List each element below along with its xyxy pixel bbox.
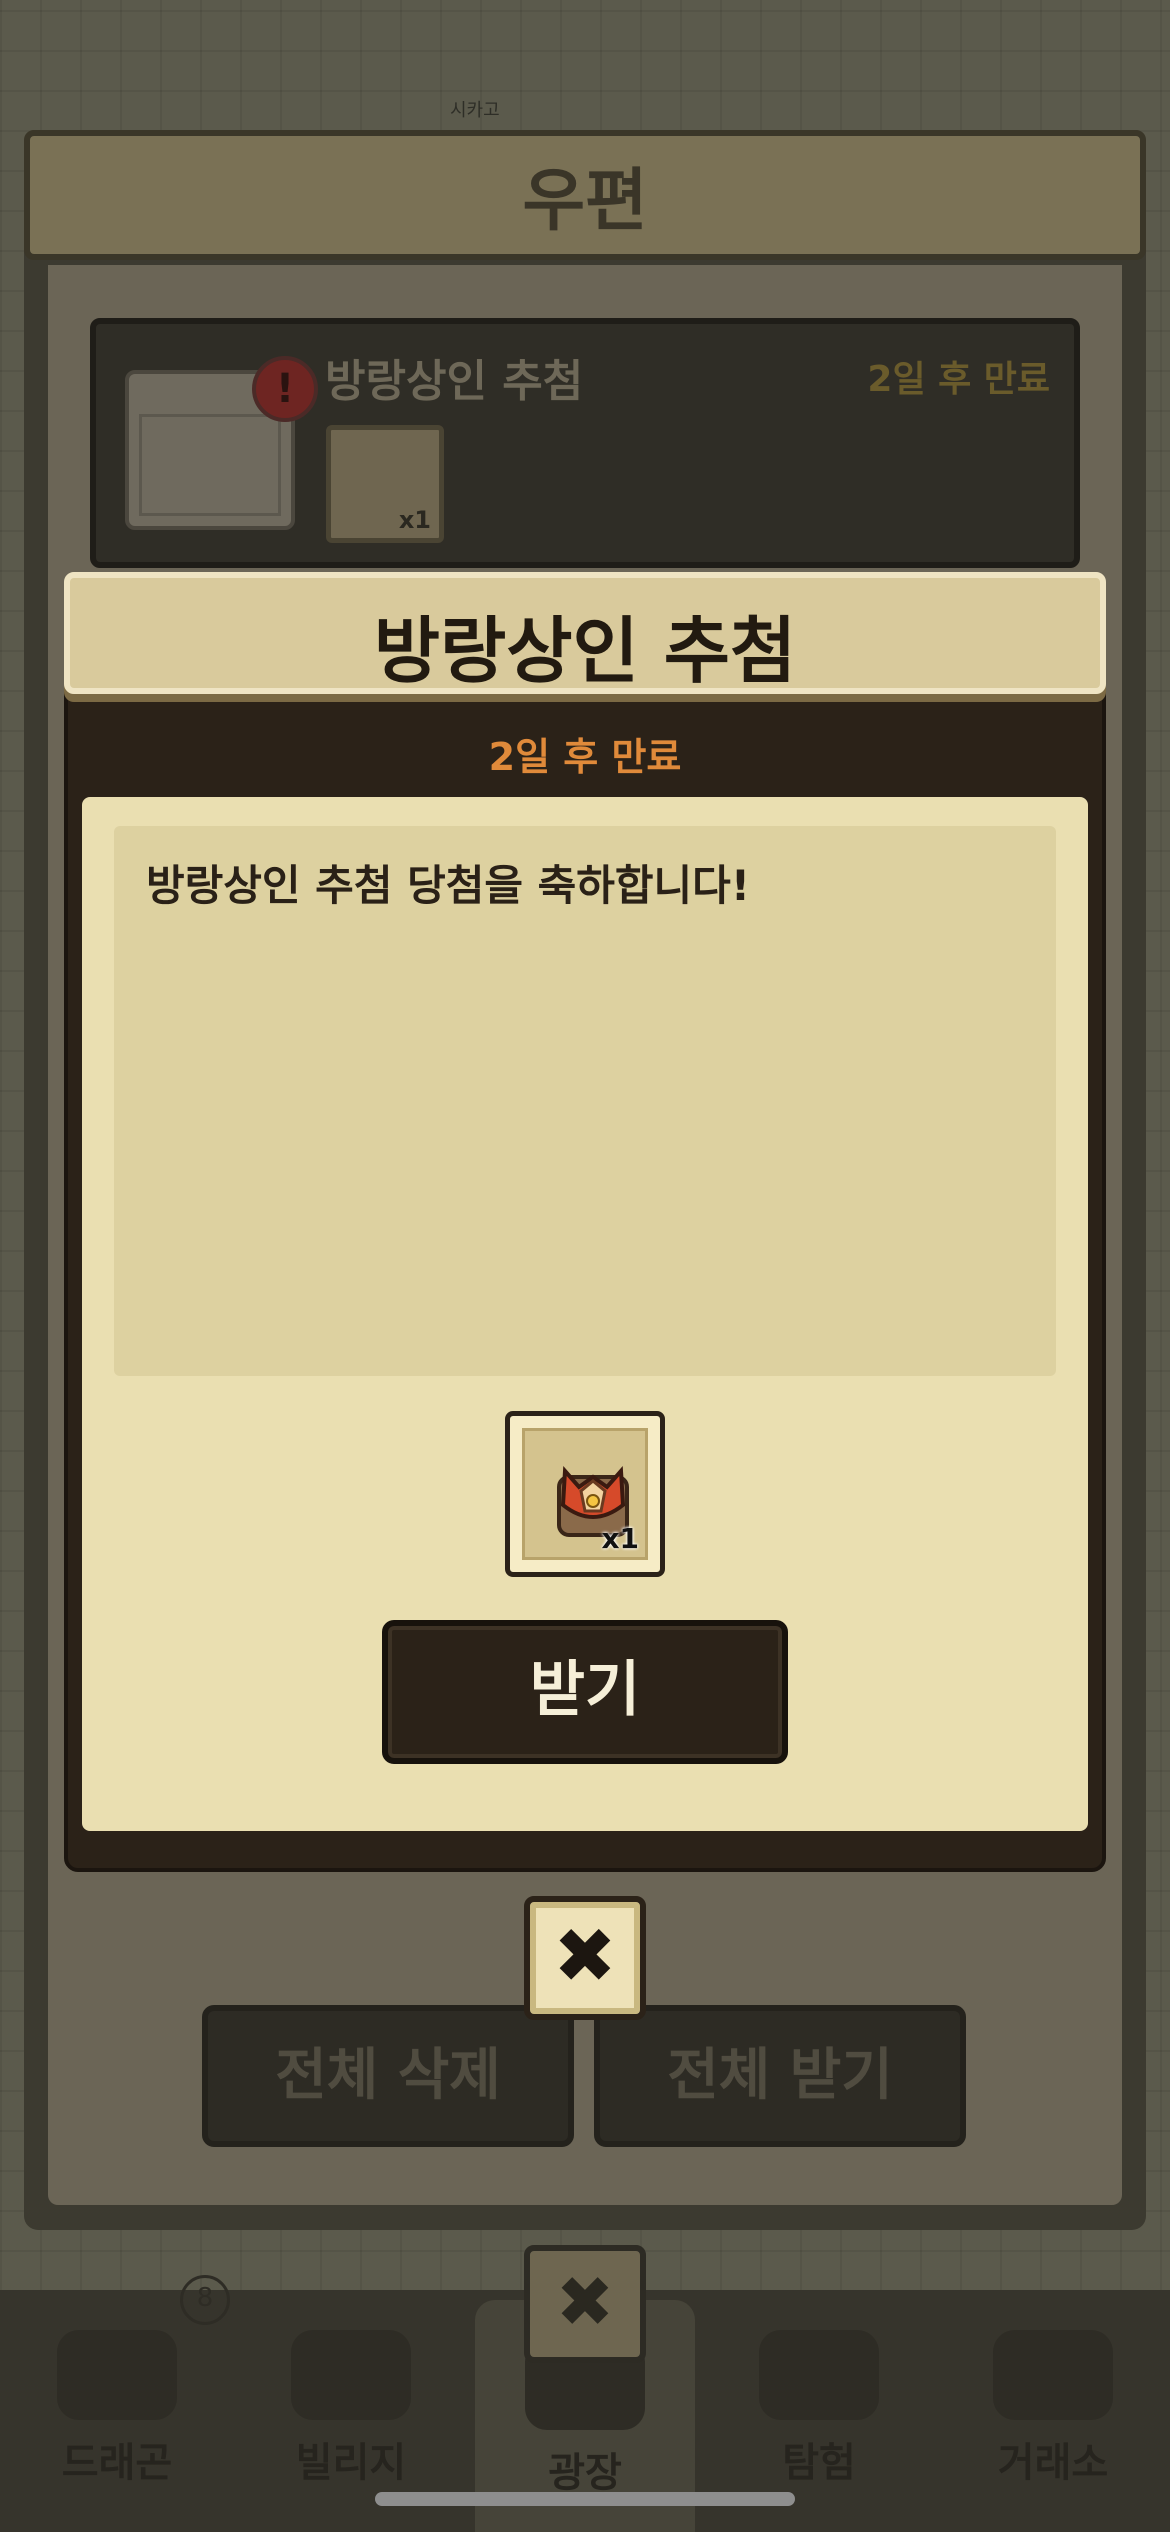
nav-item-label: 광장 <box>548 2450 622 2496</box>
merchant-icon <box>993 2330 1113 2420</box>
popup-close-button[interactable]: ✖ <box>524 1896 646 2020</box>
claim-button[interactable]: 받기 <box>382 1620 788 1764</box>
dragon-icon <box>57 2330 177 2420</box>
nav-item-exchange[interactable]: 거래소 <box>943 2290 1163 2532</box>
mail-item-title: 방랑상인 추첨 <box>325 356 584 407</box>
mailbox-title: 우편 <box>522 162 648 241</box>
home-indicator[interactable] <box>375 2492 795 2506</box>
nav-item-label: 탐험 <box>782 2440 856 2486</box>
nav-item-label: 빌리지 <box>295 2440 407 2486</box>
alert-icon: ! <box>252 356 318 422</box>
popup-expiry: 2일 후 만료 <box>488 735 682 779</box>
mail-item-expiry: 2일 후 만료 <box>867 359 1050 400</box>
message-text: 방랑상인 추첨 당첨을 축하합니다! <box>146 861 750 910</box>
notification-badge: 8 <box>180 2275 230 2325</box>
compass-icon <box>759 2330 879 2420</box>
popup-title: 방랑상인 추첨 <box>373 609 797 693</box>
claim-all-button[interactable]: 전체 받기 <box>594 2005 966 2147</box>
reward-quantity: x1 <box>601 1522 639 1555</box>
map-location-label: 시카고 <box>450 100 500 121</box>
nav-item-dragon[interactable]: 드래곤 <box>7 2290 227 2532</box>
reward-item-slot[interactable]: x1 <box>505 1411 665 1577</box>
nav-item-label: 드래곤 <box>61 2440 173 2486</box>
delete-all-button[interactable]: 전체 삭제 <box>202 2005 574 2147</box>
reward-item-frame: x1 <box>522 1428 648 1560</box>
mail-item-quantity: x1 <box>398 506 431 534</box>
nav-item-label: 거래소 <box>997 2440 1109 2486</box>
village-icon <box>291 2330 411 2420</box>
mailbox-close-button[interactable]: ✖ <box>524 2245 646 2363</box>
mail-item-reward: x1 <box>326 425 444 543</box>
